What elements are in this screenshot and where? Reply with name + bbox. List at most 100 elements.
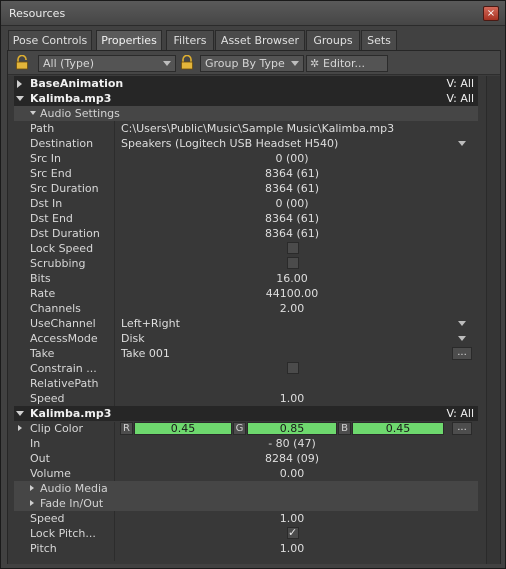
close-button[interactable]: × bbox=[483, 6, 499, 21]
lock-icon[interactable] bbox=[180, 55, 194, 70]
blue-channel-label: B bbox=[338, 422, 351, 435]
scrubbing-checkbox[interactable] bbox=[287, 257, 299, 269]
expand-icon[interactable] bbox=[17, 80, 22, 88]
properties-toolbar: All (Type) Group By Type ✲ Editor... bbox=[8, 51, 500, 75]
group-by-select[interactable]: Group By Type bbox=[200, 55, 304, 72]
tab-filters[interactable]: Filters bbox=[166, 30, 214, 50]
prop-src-in[interactable]: Src In 0 (00) bbox=[14, 151, 486, 166]
vertical-scrollbar[interactable] bbox=[486, 76, 500, 564]
prop-value[interactable]: 16.00 bbox=[132, 271, 452, 286]
prop-value[interactable]: Take 001 bbox=[121, 346, 486, 361]
prop-value[interactable]: 8364 (61) bbox=[132, 166, 452, 181]
collapse-icon[interactable] bbox=[16, 96, 24, 101]
prop-rate[interactable]: Rate 44100.00 bbox=[14, 286, 486, 301]
prop-value[interactable]: Left+Right bbox=[121, 316, 486, 331]
prop-out[interactable]: Out 8284 (09) bbox=[14, 451, 486, 466]
chevron-down-icon[interactable] bbox=[458, 141, 466, 146]
prop-value[interactable]: C:\Users\Public\Music\Sample Music\Kalim… bbox=[121, 121, 486, 136]
subsection-audio-media[interactable]: Audio Media bbox=[14, 481, 478, 496]
prop-label: UseChannel bbox=[30, 317, 96, 330]
prop-label: Lock Pitch... bbox=[30, 527, 96, 540]
prop-dst-duration[interactable]: Dst Duration 8364 (61) bbox=[14, 226, 486, 241]
prop-path[interactable]: Path C:\Users\Public\Music\Sample Music\… bbox=[14, 121, 486, 136]
editor-button[interactable]: ✲ Editor... bbox=[306, 55, 388, 72]
prop-dst-end[interactable]: Dst End 8364 (61) bbox=[14, 211, 486, 226]
collapse-icon[interactable] bbox=[16, 411, 24, 416]
prop-value[interactable]: 8364 (61) bbox=[132, 181, 452, 196]
prop-value[interactable]: Disk bbox=[121, 331, 486, 346]
prop-value[interactable]: 44100.00 bbox=[132, 286, 452, 301]
prop-in[interactable]: In - 80 (47) bbox=[14, 436, 486, 451]
type-filter-select[interactable]: All (Type) bbox=[38, 55, 176, 72]
prop-dst-in[interactable]: Dst In 0 (00) bbox=[14, 196, 486, 211]
prop-src-duration[interactable]: Src Duration 8364 (61) bbox=[14, 181, 486, 196]
subsection-audio-settings[interactable]: Audio Settings bbox=[14, 106, 478, 121]
title-bar[interactable]: Resources × bbox=[1, 1, 505, 26]
prop-use-channel[interactable]: UseChannel Left+Right bbox=[14, 316, 486, 331]
prop-constrain[interactable]: Constrain ... bbox=[14, 361, 486, 376]
section-header-kalimba[interactable]: Kalimba.mp3 V: All bbox=[14, 91, 478, 106]
resources-window: Resources × Pose Controls Properties Fil… bbox=[0, 0, 506, 569]
section-visibility: V: All bbox=[446, 92, 474, 105]
tab-groups[interactable]: Groups bbox=[306, 30, 360, 50]
prop-value[interactable]: 0.00 bbox=[132, 466, 452, 481]
tab-sets[interactable]: Sets bbox=[361, 30, 397, 50]
prop-src-end[interactable]: Src End 8364 (61) bbox=[14, 166, 486, 181]
prop-volume[interactable]: Volume 0.00 bbox=[14, 466, 486, 481]
prop-value[interactable]: 2.00 bbox=[132, 301, 452, 316]
prop-pitch[interactable]: Pitch 1.00 bbox=[14, 541, 486, 556]
prop-clip-speed[interactable]: Speed 1.00 bbox=[14, 511, 486, 526]
expand-icon[interactable] bbox=[18, 425, 22, 431]
prop-relative-path[interactable]: RelativePath bbox=[14, 376, 486, 391]
prop-label: Src Duration bbox=[30, 182, 99, 195]
chevron-down-icon[interactable] bbox=[458, 321, 466, 326]
prop-value[interactable]: 0 (00) bbox=[132, 151, 452, 166]
prop-value[interactable]: 8284 (09) bbox=[132, 451, 452, 466]
blue-channel-field[interactable]: 0.45 bbox=[352, 422, 444, 435]
prop-value[interactable]: 1.00 bbox=[132, 391, 452, 406]
expand-icon[interactable] bbox=[30, 485, 34, 491]
prop-value[interactable]: 1.00 bbox=[132, 511, 452, 526]
prop-speed[interactable]: Speed 1.00 bbox=[14, 391, 486, 406]
prop-clip-color[interactable]: Clip Color R 0.45 G 0.85 B 0.45 ... bbox=[14, 421, 486, 436]
prop-channels[interactable]: Channels 2.00 bbox=[14, 301, 486, 316]
prop-label: Dst Duration bbox=[30, 227, 100, 240]
lock-speed-checkbox[interactable] bbox=[287, 242, 299, 254]
prop-lock-speed[interactable]: Lock Speed bbox=[14, 241, 486, 256]
green-channel-label: G bbox=[233, 422, 246, 435]
prop-take[interactable]: Take Take 001 ... bbox=[14, 346, 486, 361]
subsection-fade-in-out[interactable]: Fade In/Out bbox=[14, 496, 478, 511]
chevron-down-icon bbox=[163, 61, 171, 66]
prop-value[interactable]: 8364 (61) bbox=[132, 226, 452, 241]
prop-value[interactable]: Speakers (Logitech USB Headset H540) bbox=[121, 136, 486, 151]
color-picker-button[interactable]: ... bbox=[452, 422, 472, 435]
section-header-kalimba-clip[interactable]: Kalimba.mp3 V: All bbox=[14, 406, 478, 421]
tab-asset-browser[interactable]: Asset Browser bbox=[215, 30, 305, 50]
prop-access-mode[interactable]: AccessMode Disk bbox=[14, 331, 486, 346]
expand-icon[interactable] bbox=[30, 500, 34, 506]
take-browse-button[interactable]: ... bbox=[452, 347, 472, 360]
lock-pitch-checkbox[interactable]: ✓ bbox=[287, 526, 299, 539]
green-channel-field[interactable]: 0.85 bbox=[247, 422, 337, 435]
chevron-down-icon[interactable] bbox=[458, 336, 466, 341]
prop-label: Rate bbox=[30, 287, 56, 300]
prop-value[interactable]: 8364 (61) bbox=[132, 211, 452, 226]
prop-label: Speed bbox=[30, 512, 65, 525]
subsection-name: Audio Media bbox=[40, 482, 108, 495]
prop-value[interactable]: - 80 (47) bbox=[132, 436, 452, 451]
red-channel-field[interactable]: 0.45 bbox=[134, 422, 232, 435]
window-title: Resources bbox=[9, 7, 66, 20]
prop-lock-pitch[interactable]: Lock Pitch... ✓ bbox=[14, 526, 486, 541]
constrain-checkbox[interactable] bbox=[287, 362, 299, 374]
prop-bits[interactable]: Bits 16.00 bbox=[14, 271, 486, 286]
lock-icon[interactable] bbox=[15, 55, 29, 70]
tab-pose-controls[interactable]: Pose Controls bbox=[8, 30, 92, 50]
tab-properties[interactable]: Properties bbox=[96, 30, 162, 51]
section-name: BaseAnimation bbox=[30, 77, 124, 90]
prop-value[interactable]: 0 (00) bbox=[132, 196, 452, 211]
prop-scrubbing[interactable]: Scrubbing bbox=[14, 256, 486, 271]
section-header-baseanimation[interactable]: BaseAnimation V: All bbox=[14, 76, 478, 91]
collapse-icon[interactable] bbox=[30, 111, 36, 115]
prop-destination[interactable]: Destination Speakers (Logitech USB Heads… bbox=[14, 136, 486, 151]
prop-value[interactable]: 1.00 bbox=[132, 541, 452, 556]
